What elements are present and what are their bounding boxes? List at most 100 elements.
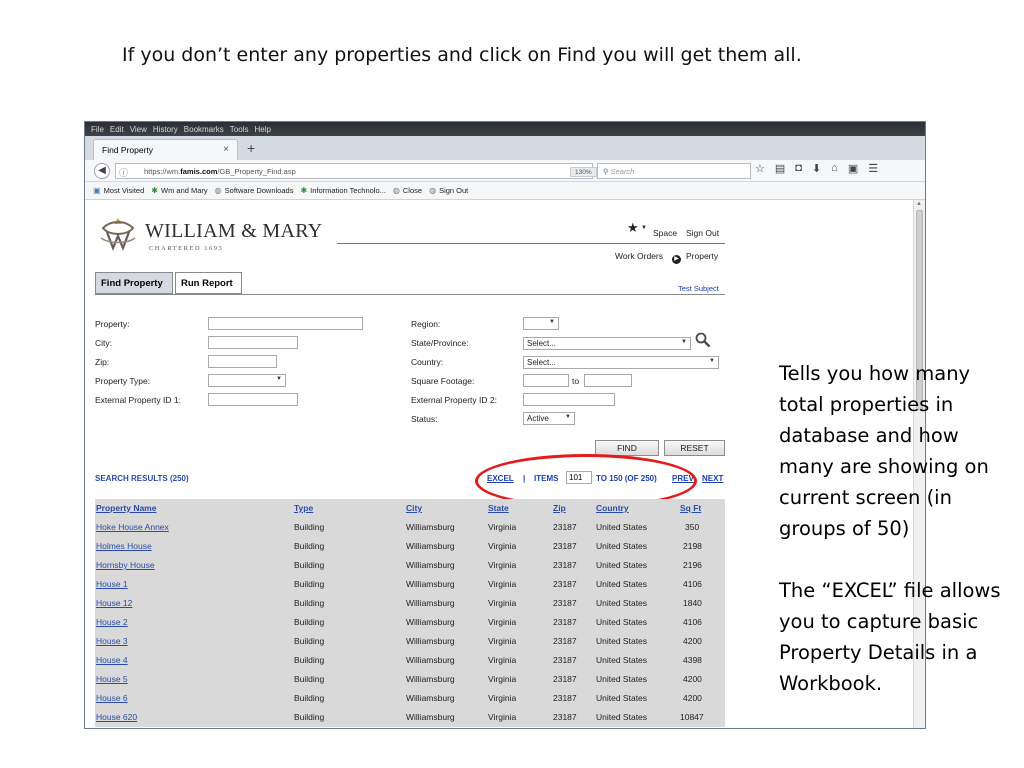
city-cell: Williamsburg (406, 674, 455, 684)
ext-id-1-input[interactable] (208, 393, 298, 406)
col-property-name[interactable]: Property Name (96, 503, 156, 513)
state-select[interactable]: Select... ▼ (523, 337, 691, 350)
col-type[interactable]: Type (294, 503, 313, 513)
state-cell: Virginia (488, 560, 517, 570)
menu-history[interactable]: History (153, 125, 178, 134)
download-icon[interactable]: ⬇ (812, 162, 821, 175)
favorites-star-icon[interactable]: ★ (627, 220, 639, 236)
state-cell: Virginia (488, 674, 517, 684)
region-select[interactable]: ▼ (523, 317, 559, 330)
sqft-from-input[interactable] (523, 374, 569, 387)
tab-divider (95, 294, 725, 295)
extension-icon[interactable]: ▣ (848, 162, 858, 175)
browser-search-input[interactable]: ⚲ Search (597, 163, 751, 179)
zip-label: Zip: (95, 357, 110, 367)
url-bar[interactable]: ⓘ https://wm.famis.com/GB_Property_Find.… (115, 163, 616, 179)
info-icon[interactable]: ⓘ (119, 166, 128, 179)
state-select-value: Select... (527, 339, 556, 348)
search-icon[interactable] (695, 332, 711, 348)
browser-tab-find-property[interactable]: Find Property × (93, 139, 238, 160)
col-city[interactable]: City (406, 503, 422, 513)
chevron-down-icon[interactable]: ▼ (641, 225, 647, 231)
property-name-link[interactable]: Hoke House Annex (96, 522, 169, 532)
property-link[interactable]: Property (686, 251, 718, 261)
folder-icon: ✱ (300, 186, 308, 195)
space-link[interactable]: Space (653, 228, 677, 238)
bookmark-close[interactable]: ◍ Close (393, 186, 422, 195)
table-header-row: Property Name Type City State Zip Countr… (95, 499, 725, 518)
property-type-select[interactable]: ▼ (208, 374, 286, 387)
bookmark-software-downloads[interactable]: ◍ Software Downloads (215, 186, 294, 195)
pocket-icon[interactable]: ◘ (795, 162, 802, 175)
menu-help[interactable]: Help (254, 125, 270, 134)
zip-input[interactable] (208, 355, 277, 368)
menu-file[interactable]: File (91, 125, 104, 134)
user-name-link[interactable]: Test Subject (678, 284, 719, 293)
property-label: Property: (95, 319, 130, 329)
search-placeholder: Search (610, 167, 635, 176)
nav-bar: ◀ ⓘ https://wm.famis.com/GB_Property_Fin… (85, 160, 925, 182)
zoom-level[interactable]: 130% (570, 167, 597, 177)
col-country[interactable]: Country (596, 503, 629, 513)
city-cell: Williamsburg (406, 560, 455, 570)
status-select-value: Active (527, 414, 549, 423)
menu-view[interactable]: View (130, 125, 147, 134)
hamburger-menu-icon[interactable]: ☰ (868, 162, 878, 175)
slide-title: If you don’t enter any properties and cl… (122, 44, 802, 66)
type-cell: Building (294, 693, 325, 703)
work-orders-link[interactable]: Work Orders (615, 251, 663, 261)
city-input[interactable] (208, 336, 298, 349)
col-state[interactable]: State (488, 503, 509, 513)
property-input[interactable] (208, 317, 363, 330)
scroll-up-arrow-icon[interactable]: ▲ (916, 201, 922, 207)
menu-edit[interactable]: Edit (110, 125, 124, 134)
next-link[interactable]: NEXT (702, 474, 723, 483)
reset-button[interactable]: RESET (664, 440, 725, 456)
bookmark-label: Information Technolo... (310, 186, 386, 195)
close-icon[interactable]: × (223, 144, 229, 155)
property-name-link[interactable]: House 620 (96, 712, 137, 722)
globe-icon: ◍ (429, 186, 437, 195)
bookmark-information-technology[interactable]: ✱ Information Technolo... (300, 186, 385, 195)
property-name-link[interactable]: House 3 (96, 636, 128, 646)
property-name-link[interactable]: Holmes House (96, 541, 152, 551)
home-icon[interactable]: ⌂ (831, 162, 838, 175)
state-cell: Virginia (488, 522, 517, 532)
state-cell: Virginia (488, 655, 517, 665)
city-cell: Williamsburg (406, 579, 455, 589)
sqft-label: Square Footage: (411, 376, 475, 386)
menu-tools[interactable]: Tools (230, 125, 249, 134)
property-name-link[interactable]: House 5 (96, 674, 128, 684)
country-select-value: Select... (527, 358, 556, 367)
country-select[interactable]: Select... ▼ (523, 356, 719, 369)
table-row: House 1 Building Williamsburg Virginia 2… (95, 575, 725, 594)
tab-find-property[interactable]: Find Property (95, 272, 173, 294)
property-name-link[interactable]: Hornsby House (96, 560, 155, 570)
status-select[interactable]: Active ▼ (523, 412, 575, 425)
bookmark-sign-out[interactable]: ◍ Sign Out (429, 186, 468, 195)
new-tab-icon[interactable]: + (247, 140, 255, 156)
tab-run-report[interactable]: Run Report (175, 272, 242, 294)
side-note-results-count: Tells you how many total properties in d… (779, 362, 989, 540)
sign-out-link[interactable]: Sign Out (686, 228, 719, 238)
property-name-link[interactable]: House 6 (96, 693, 128, 703)
country-cell: United States (596, 674, 648, 684)
bookmark-star-icon[interactable]: ☆ (755, 162, 765, 175)
property-name-link[interactable]: House 2 (96, 617, 128, 627)
sqft-to-input[interactable] (584, 374, 632, 387)
globe-icon: ◍ (214, 186, 222, 195)
globe-icon: ◍ (392, 186, 400, 195)
property-name-link[interactable]: House 4 (96, 655, 128, 665)
back-arrow-icon[interactable]: ◀ (94, 163, 110, 179)
country-cell: United States (596, 712, 648, 722)
menu-bookmarks[interactable]: Bookmarks (184, 125, 224, 134)
property-name-link[interactable]: House 1 (96, 579, 128, 589)
bookmark-most-visited[interactable]: ▣ Most Visited (93, 186, 144, 195)
col-zip[interactable]: Zip (553, 503, 566, 513)
ext-id-2-input[interactable] (523, 393, 615, 406)
city-cell: Williamsburg (406, 712, 455, 722)
property-name-link[interactable]: House 12 (96, 598, 132, 608)
col-sq-ft[interactable]: Sq Ft (680, 503, 701, 513)
bookmark-wm-and-mary[interactable]: ✱ Wm and Mary (151, 186, 207, 195)
reading-list-icon[interactable]: ▤ (775, 162, 785, 175)
